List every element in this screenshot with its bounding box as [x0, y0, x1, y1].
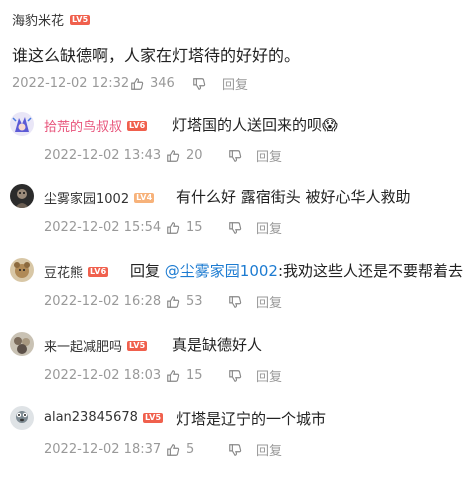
reply-meta: 2022-12-02 16:28 53 回复 — [44, 292, 282, 311]
main-comment-author[interactable]: 海豹米花 — [12, 10, 64, 29]
comment-date: 2022-12-02 15:54 — [44, 220, 162, 235]
level-badge: LV6 — [127, 120, 148, 131]
dislike-button[interactable] — [228, 369, 256, 383]
thumbs-up-icon — [166, 295, 180, 309]
reply-item: 豆花熊 LV6 回复 @尘雾家园1002:我劝这些人还是不要帮着去 2022-1… — [0, 256, 474, 320]
thumbs-up-icon — [166, 221, 180, 235]
reply-button[interactable]: 回复 — [222, 74, 248, 93]
reply-author[interactable]: 来一起减肥吗 — [44, 336, 122, 355]
mention-link[interactable]: @尘雾家园1002 — [165, 262, 278, 280]
reply-text: 回复 @尘雾家园1002:我劝这些人还是不要帮着去 — [130, 260, 463, 281]
reply-text: 有什么好 露宿街头 被好心华人救助 — [176, 188, 411, 206]
like-count: 15 — [186, 220, 203, 235]
like-button[interactable]: 15 — [166, 368, 228, 383]
level-badge: LV6 — [88, 266, 109, 277]
dislike-button[interactable] — [228, 443, 256, 457]
thumbs-down-icon — [228, 221, 242, 235]
reply-author-row: 尘雾家园1002 LV4 — [44, 188, 155, 207]
thumbs-down-icon — [228, 443, 242, 457]
like-button[interactable]: 5 — [166, 442, 228, 457]
like-count: 346 — [150, 76, 175, 91]
dislike-button[interactable] — [192, 77, 222, 91]
level-badge: LV4 — [134, 192, 155, 203]
reply-prefix: 回复 — [130, 262, 165, 280]
reply-button[interactable]: 回复 — [256, 146, 282, 165]
like-button[interactable]: 346 — [130, 76, 192, 91]
dislike-button[interactable] — [228, 221, 256, 235]
reply-author-row: 来一起减肥吗 LV5 — [44, 336, 148, 355]
dislike-button[interactable] — [228, 149, 256, 163]
avatar[interactable] — [10, 184, 34, 208]
reply-button[interactable]: 回复 — [256, 366, 282, 385]
reply-item: alan23845678 LV5 灯塔是辽宁的一个城市 2022-12-02 1… — [0, 404, 474, 468]
comment-date: 2022-12-02 16:28 — [44, 294, 162, 309]
thumbs-up-icon — [166, 369, 180, 383]
comment-date: 2022-12-02 18:37 — [44, 442, 162, 457]
reply-author-row: alan23845678 LV5 — [44, 410, 164, 425]
reply-button[interactable]: 回复 — [256, 292, 282, 311]
reply-author[interactable]: alan23845678 — [44, 410, 138, 425]
reply-item: 尘雾家园1002 LV4 有什么好 露宿街头 被好心华人救助 2022-12-0… — [0, 182, 474, 246]
reply-suffix: :我劝这些人还是不要帮着去 — [277, 262, 464, 280]
avatar[interactable] — [10, 332, 34, 356]
reply-button[interactable]: 回复 — [256, 218, 282, 237]
level-badge: LV5 — [142, 412, 164, 423]
reply-author-row: 拾荒的鸟叔叔 LV6 — [44, 116, 148, 135]
thumbs-up-icon — [130, 77, 144, 91]
reply-meta: 2022-12-02 18:37 5 回复 — [44, 440, 282, 459]
reply-button[interactable]: 回复 — [256, 440, 282, 459]
comment-date: 2022-12-02 12:32 — [12, 76, 130, 91]
reply-item: 拾荒的鸟叔叔 LV6 灯塔国的人送回来的呗😱 2022-12-02 13:43 … — [0, 110, 474, 174]
thumbs-up-icon — [166, 443, 180, 457]
reply-author[interactable]: 尘雾家园1002 — [44, 188, 129, 207]
dislike-button[interactable] — [228, 295, 256, 309]
avatar[interactable] — [10, 112, 34, 136]
comment-date: 2022-12-02 18:03 — [44, 368, 162, 383]
reply-meta: 2022-12-02 13:43 20 回复 — [44, 146, 282, 165]
reply-item: 来一起减肥吗 LV5 真是缺德好人 2022-12-02 18:03 15 回复 — [0, 330, 474, 394]
reply-meta: 2022-12-02 18:03 15 回复 — [44, 366, 282, 385]
level-badge: LV5 — [70, 14, 91, 25]
thumbs-down-icon — [228, 149, 242, 163]
reply-author[interactable]: 拾荒的鸟叔叔 — [44, 116, 122, 135]
main-comment-header: 海豹米花 LV5 — [12, 10, 91, 29]
reply-text: 真是缺德好人 — [172, 336, 263, 354]
like-button[interactable]: 15 — [166, 220, 228, 235]
avatar[interactable] — [10, 406, 34, 430]
comment-date: 2022-12-02 13:43 — [44, 148, 162, 163]
like-count: 53 — [186, 294, 203, 309]
thumbs-down-icon — [228, 369, 242, 383]
thumbs-down-icon — [228, 295, 242, 309]
level-badge: LV5 — [127, 340, 148, 351]
like-button[interactable]: 20 — [166, 148, 228, 163]
reply-meta: 2022-12-02 15:54 15 回复 — [44, 218, 282, 237]
main-comment-meta: 2022-12-02 12:32 346 回复 — [12, 74, 248, 93]
reply-text: 灯塔国的人送回来的呗😱 — [172, 116, 338, 134]
like-count: 20 — [186, 148, 203, 163]
avatar[interactable] — [10, 258, 34, 282]
thumbs-up-icon — [166, 149, 180, 163]
like-count: 15 — [186, 368, 203, 383]
like-button[interactable]: 53 — [166, 294, 228, 309]
reply-author[interactable]: 豆花熊 — [44, 262, 83, 281]
reply-text: 灯塔是辽宁的一个城市 — [176, 410, 327, 428]
reply-author-row: 豆花熊 LV6 — [44, 262, 109, 281]
main-comment-text: 谁这么缺德啊，人家在灯塔待的好好的。 — [12, 46, 301, 65]
thumbs-down-icon — [192, 77, 206, 91]
like-count: 5 — [186, 442, 195, 457]
